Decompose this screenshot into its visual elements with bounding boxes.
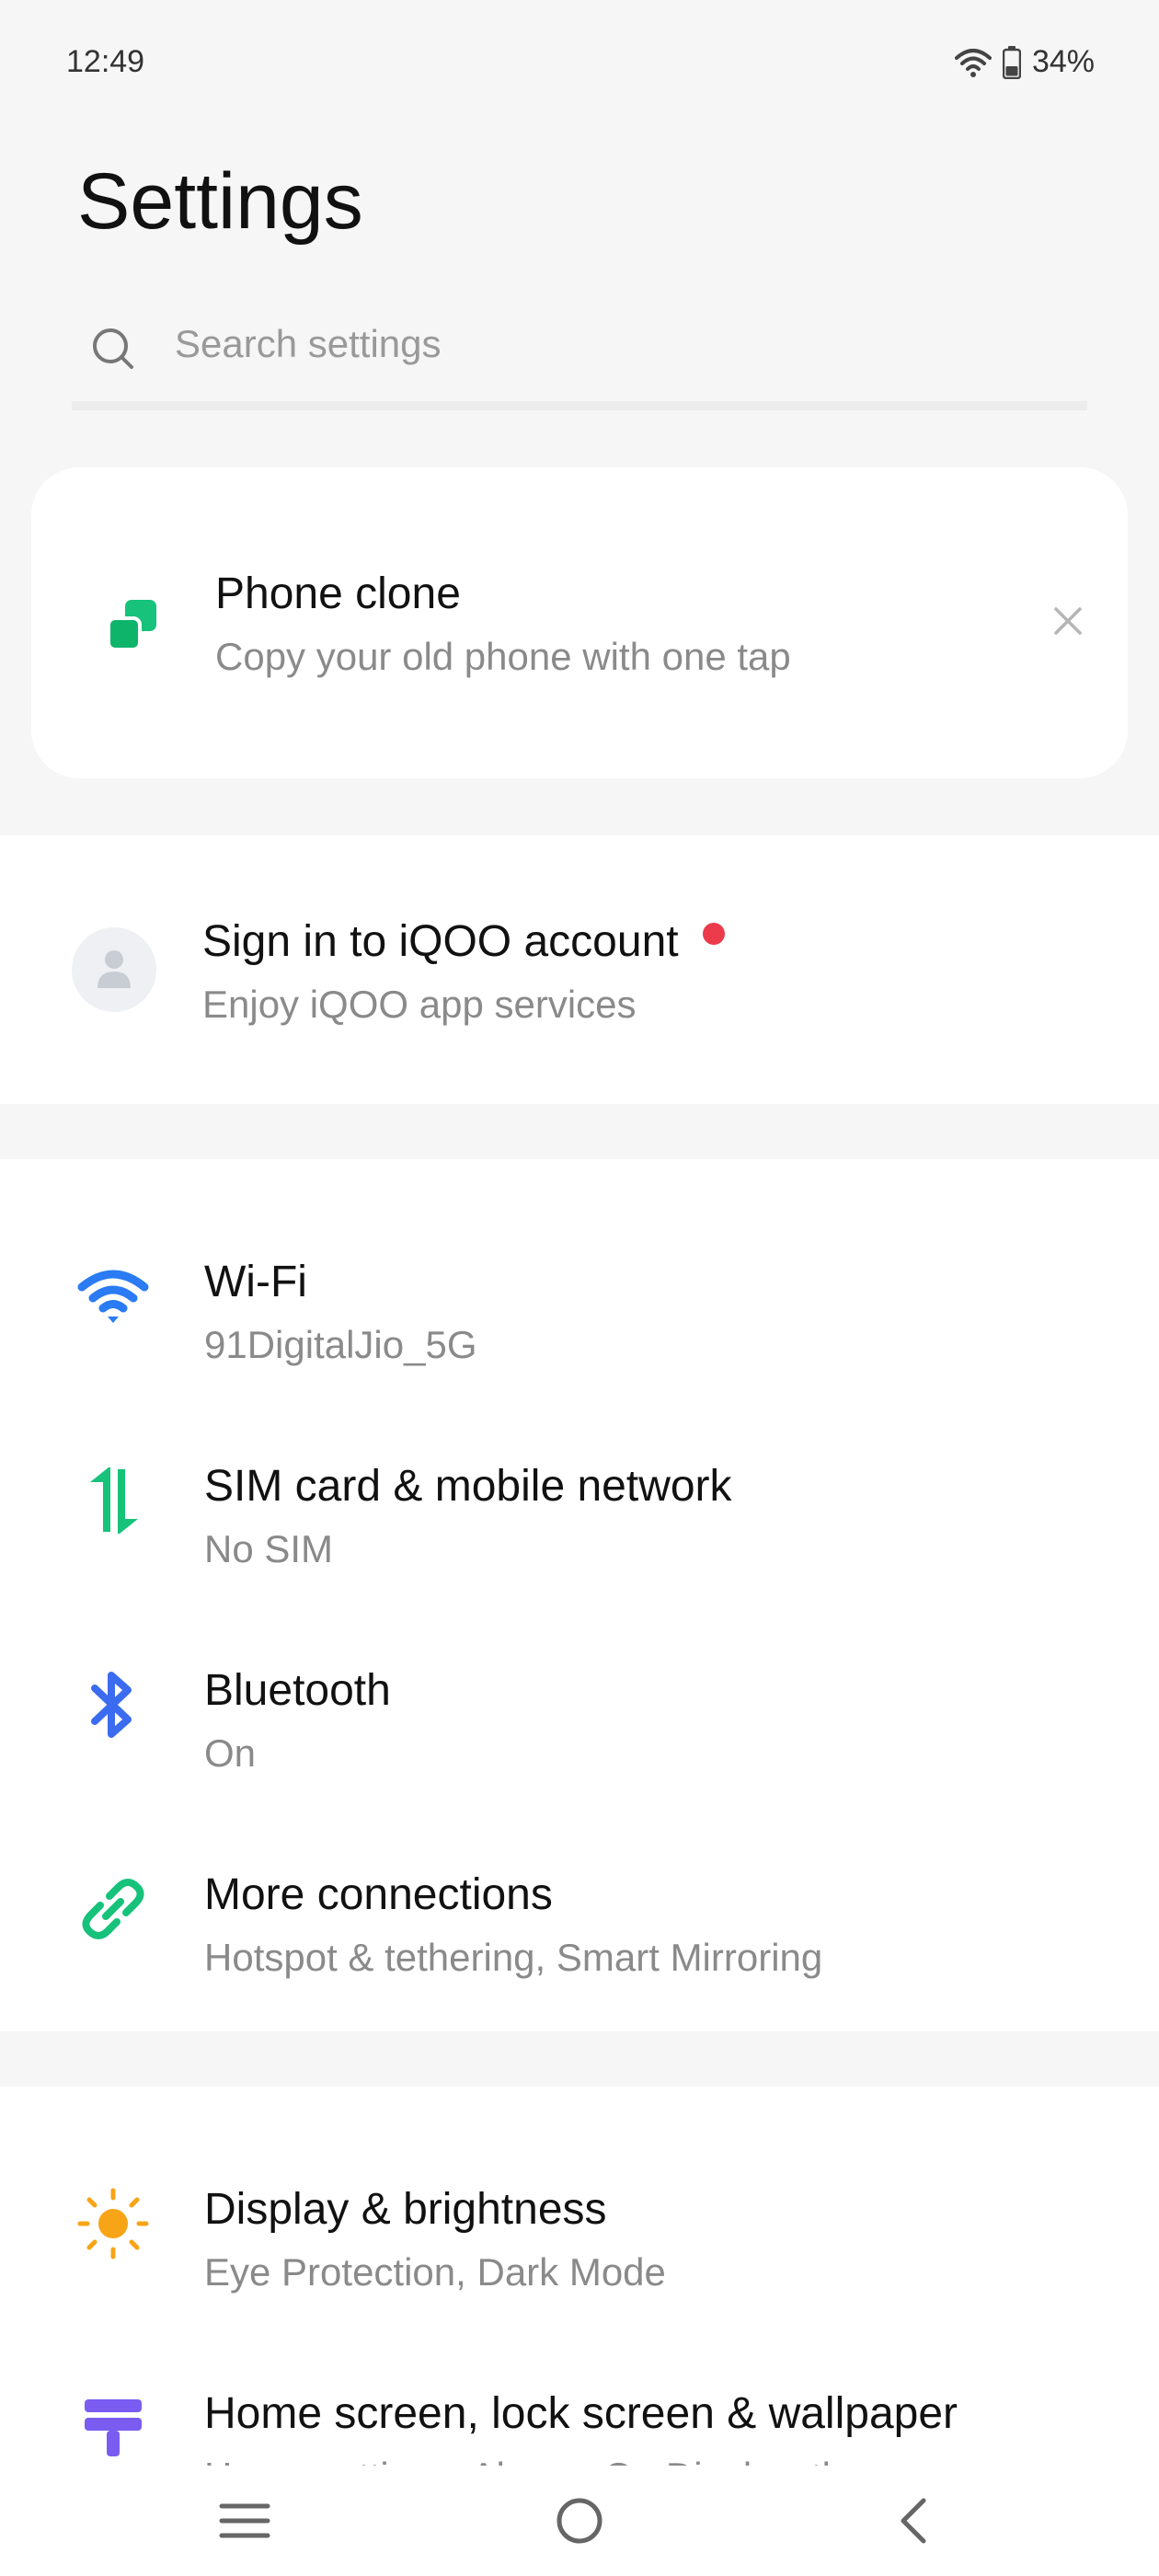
settings-item-bluetooth[interactable]: Bluetooth On — [0, 1595, 1159, 1800]
menu-icon — [219, 2503, 270, 2538]
account-subtitle: Enjoy iQOO app services — [202, 983, 637, 1026]
avatar — [72, 927, 156, 1012]
settings-item-title: Display & brightness — [204, 2185, 607, 2234]
status-time: 12:49 — [66, 44, 145, 79]
status-icons: 34% — [954, 44, 1095, 80]
settings-item-title: Bluetooth — [204, 1666, 391, 1715]
phone-clone-icon — [103, 596, 164, 661]
settings-item-display[interactable]: Display & brightness Eye Protection, Dar… — [0, 2114, 1159, 2318]
menu-button[interactable] — [208, 2491, 281, 2550]
link-icon — [74, 1869, 153, 1949]
sun-icon — [74, 2184, 153, 2263]
settings-item-more-connections[interactable]: More connections Hotspot & tethering, Sm… — [0, 1800, 1159, 2004]
close-icon[interactable] — [1052, 605, 1084, 641]
search-icon — [88, 324, 140, 380]
settings-item-title: More connections — [204, 1870, 553, 1919]
settings-item-title: Home screen, lock screen & wallpaper — [204, 2389, 958, 2438]
phone-clone-card[interactable]: Phone clone Copy your old phone with one… — [31, 467, 1128, 778]
wifi-status-icon — [954, 47, 992, 78]
settings-item-wifi[interactable]: Wi-Fi 91DigitalJio_5G — [0, 1187, 1159, 1391]
notification-dot — [702, 923, 725, 945]
settings-item-subtitle: On — [204, 1731, 257, 1775]
phone-clone-subtitle: Copy your old phone with one tap — [215, 635, 791, 678]
connections-section: Wi-Fi 91DigitalJio_5G SIM card & mobile … — [0, 1159, 1159, 2031]
status-bar: 12:49 34% — [0, 0, 1159, 129]
settings-item-home-screen[interactable]: Home screen, lock screen & wallpaper Hom… — [0, 2318, 1159, 2466]
settings-item-title: Wi-Fi — [204, 1258, 307, 1306]
theme-icon — [74, 2388, 153, 2466]
wifi-icon — [74, 1257, 153, 1336]
home-button[interactable] — [543, 2491, 616, 2550]
settings-item-subtitle: No SIM — [204, 1527, 334, 1570]
account-title: Sign in to iQOO account — [202, 916, 725, 967]
bluetooth-icon — [74, 1665, 153, 1744]
back-icon — [901, 2498, 926, 2544]
phone-clone-title: Phone clone — [215, 569, 461, 618]
settings-item-title: SIM card & mobile network — [204, 1462, 732, 1511]
settings-item-subtitle: Eye Protection, Dark Mode — [204, 2250, 666, 2294]
battery-percent: 34% — [1031, 44, 1095, 79]
account-section[interactable]: Sign in to iQOO account Enjoy iQOO app s… — [0, 835, 1159, 1104]
page-title: Settings — [77, 157, 363, 246]
battery-icon — [1002, 45, 1021, 79]
search-bar[interactable]: Search settings — [72, 304, 1087, 410]
settings-item-subtitle: 91DigitalJio_5G — [204, 1323, 477, 1366]
settings-item-subtitle: Hotspot & tethering, Smart Mirroring — [204, 1936, 823, 1979]
navigation-bar — [0, 2466, 1159, 2576]
home-icon — [557, 2498, 602, 2544]
back-button[interactable] — [876, 2491, 949, 2550]
settings-item-subtitle: Home settings, Always On Display, themes — [204, 2455, 938, 2466]
mobile-data-icon — [74, 1461, 153, 1540]
display-section: Display & brightness Eye Protection, Dar… — [0, 2087, 1159, 2466]
settings-item-sim[interactable]: SIM card & mobile network No SIM — [0, 1391, 1159, 1595]
account-title-text: Sign in to iQOO account — [202, 917, 679, 966]
search-input[interactable]: Search settings — [175, 322, 1003, 377]
